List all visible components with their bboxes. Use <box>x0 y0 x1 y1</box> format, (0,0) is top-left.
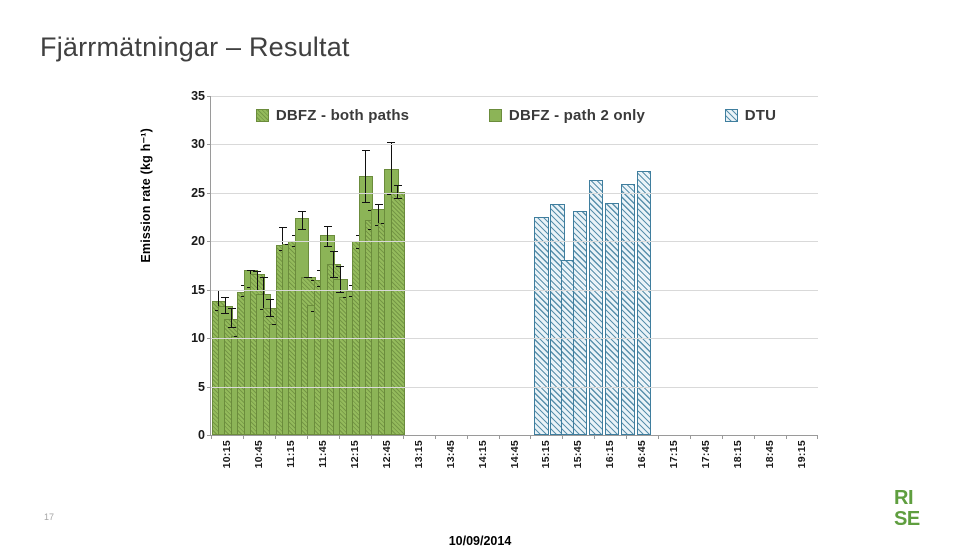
x-axis-tick: 16:45 <box>636 440 649 469</box>
error-cap <box>393 185 402 187</box>
x-axis-tick: 11:15 <box>284 440 297 468</box>
x-tick-mark <box>274 435 276 439</box>
grid-line <box>211 241 818 243</box>
y-tick-mark <box>207 289 211 291</box>
x-axis-tick: 18:45 <box>764 440 777 469</box>
x-tick-mark <box>434 435 436 439</box>
x-axis-tick: 10:45 <box>252 440 265 469</box>
x-axis-tick: 13:45 <box>444 440 457 469</box>
plot-area: 0 5 10 15 20 25 30 35 10:15 10:45 11:15 11:45 12:15 1… <box>191 89 818 468</box>
x-tick-mark <box>562 435 564 439</box>
y-tick-mark <box>207 144 211 146</box>
x-tick-mark <box>722 435 724 439</box>
grid-line <box>211 96 818 97</box>
x-axis-tick: 14:15 <box>476 440 489 469</box>
y-axis-tick: 0 <box>198 428 205 442</box>
grid-line <box>211 386 818 388</box>
x-axis-tick: 10:15 <box>220 440 233 469</box>
x-tick-mark <box>211 435 212 439</box>
emission-rate-chart: Emission rate (kg h⁻¹) DBFZ - both paths… <box>139 82 820 548</box>
bar-group <box>636 96 652 435</box>
x-tick-mark <box>466 435 468 439</box>
x-axis-tick: 15:15 <box>540 440 553 469</box>
y-axis-tick: 15 <box>191 282 205 297</box>
x-tick-mark <box>530 435 532 439</box>
x-tick-mark <box>594 435 596 439</box>
error-cap <box>393 197 402 199</box>
y-axis-tick: 5 <box>198 379 205 394</box>
bar <box>636 170 652 435</box>
y-tick-mark <box>207 241 211 243</box>
x-tick-mark <box>626 435 628 439</box>
bar-group <box>390 96 406 435</box>
y-axis-tick: 35 <box>191 89 205 103</box>
y-tick-mark <box>207 338 211 340</box>
bar <box>390 191 406 435</box>
bar-group <box>572 96 588 435</box>
y-tick-mark <box>207 192 211 194</box>
grid-line <box>211 192 818 194</box>
y-axis-tick: 10 <box>191 331 205 346</box>
x-axis-tick: 11:45 <box>316 440 329 468</box>
bar-group <box>620 96 636 435</box>
x-tick-mark <box>658 435 660 439</box>
x-tick-mark <box>817 435 818 439</box>
bar-group <box>604 96 620 435</box>
y-axis-label: Emission rate (kg h⁻¹) <box>139 128 153 263</box>
x-tick-mark <box>498 435 500 439</box>
y-tick-mark <box>207 386 211 388</box>
grid-line <box>211 338 818 340</box>
x-axis-tick: 12:45 <box>380 440 393 469</box>
bar <box>588 180 604 435</box>
bar <box>572 211 588 435</box>
x-tick-mark <box>306 435 308 439</box>
x-axis-tick: 13:15 <box>412 440 425 469</box>
bar <box>620 184 636 435</box>
page-title: Fjärrmätningar – Resultat <box>40 32 350 62</box>
x-axis-tick: 18:15 <box>732 440 745 469</box>
grid-line <box>211 289 818 291</box>
bar <box>604 202 620 435</box>
x-tick-mark <box>786 435 788 439</box>
x-axis-label: 10/09/2014 <box>448 534 512 548</box>
grid-line <box>211 144 818 146</box>
y-axis-tick: 20 <box>191 234 205 249</box>
x-tick-mark <box>402 435 404 439</box>
x-axis-tick: 17:45 <box>700 440 713 469</box>
y-axis-tick: 30 <box>191 137 205 152</box>
x-tick-mark <box>242 435 244 439</box>
slide-number: 17 <box>44 512 55 522</box>
bars-layer <box>211 96 818 435</box>
rise-logo: RI SE <box>894 488 934 532</box>
x-tick-mark <box>754 435 756 439</box>
x-tick-mark <box>338 435 340 439</box>
x-axis-tick: 16:15 <box>604 440 617 469</box>
y-axis-tick: 25 <box>191 185 205 200</box>
logo-line-2: SE <box>894 508 920 530</box>
logo-line-1: RI <box>894 487 914 509</box>
bar-group <box>534 96 549 435</box>
x-axis-tick: 15:45 <box>572 440 585 469</box>
x-tick-mark <box>370 435 372 439</box>
bar <box>534 217 549 435</box>
x-axis-tick: 19:15 <box>796 440 809 469</box>
bar-group <box>588 96 604 435</box>
x-tick-mark <box>690 435 692 439</box>
y-tick-mark <box>207 96 211 97</box>
x-axis-tick: 14:45 <box>508 440 521 469</box>
x-axis-tick: 12:15 <box>348 440 361 469</box>
x-axis-tick: 17:15 <box>668 440 681 469</box>
